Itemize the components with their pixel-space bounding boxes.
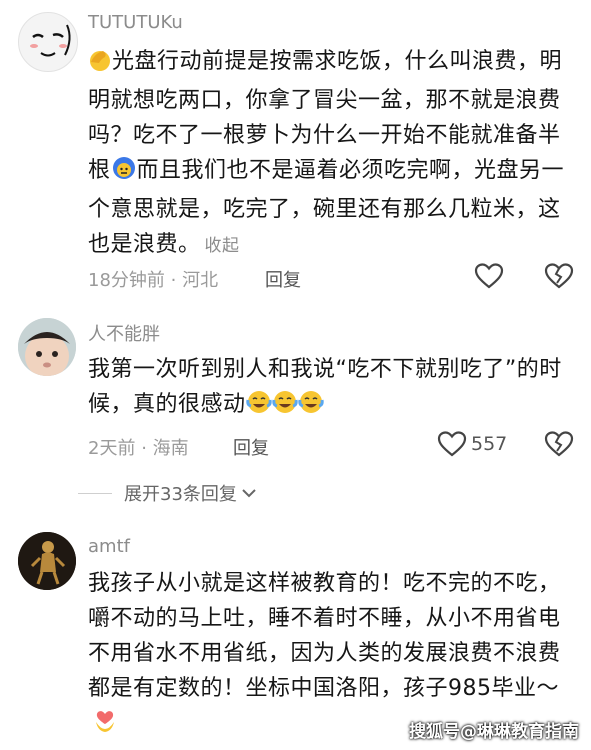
doodle-face-icon xyxy=(30,24,71,57)
reply-button[interactable]: 回复 xyxy=(265,266,301,292)
meta-separator: · xyxy=(170,270,177,291)
figure-photo-icon xyxy=(18,532,76,590)
crying-laughing-emoji-icon xyxy=(297,389,324,426)
comment-meta: 2天前 · 海南 xyxy=(88,434,189,460)
avatar[interactable] xyxy=(18,318,76,376)
avatar[interactable] xyxy=(18,12,78,72)
heart-icon xyxy=(437,431,467,457)
broken-heart-icon xyxy=(544,431,574,457)
comment-location: 海南 xyxy=(152,438,189,459)
chevron-down-icon xyxy=(242,489,256,498)
comment-text-body: 我第一次听到别人和我说“吃不下就别吃了”的时候，真的很感动 xyxy=(88,357,562,417)
avatar[interactable] xyxy=(18,532,76,590)
like-count: 557 xyxy=(471,433,508,455)
crying-laughing-emoji-icon xyxy=(245,389,272,426)
like-button[interactable] xyxy=(437,430,467,462)
dislike-button[interactable] xyxy=(544,430,574,462)
comment-meta: 18分钟前 · 河北 xyxy=(88,266,218,292)
comment-username[interactable]: 人不能胖 xyxy=(88,320,160,346)
expand-replies-label: 展开33条回复 xyxy=(124,484,237,505)
collapse-link[interactable]: 收起 xyxy=(205,236,240,256)
comment-text: 光盘行动前提是按需求吃饭，什么叫浪费，明明就想吃两口，你拿了冒尖一盆，那不就是浪… xyxy=(88,44,576,264)
meta-separator: · xyxy=(141,438,147,459)
comment-username[interactable]: amtf xyxy=(88,536,130,557)
heart-icon xyxy=(474,263,504,289)
comment-text-part2: 而且我们也不是逼着必须吃完啊，光盘另一个意思就是，吃完了，碗里还有那么几粒米，这… xyxy=(88,158,565,257)
dislike-button[interactable] xyxy=(544,262,574,294)
comment-text: 我第一次听到别人和我说“吃不下就别吃了”的时候，真的很感动 xyxy=(88,352,576,426)
comment-text-body: 我孩子从小就是这样被教育的！吃不完的不吃，嚼不动的马上吐，睡不着时不睡，从小不用… xyxy=(88,571,561,701)
expand-replies-button[interactable]: 展开33条回复 xyxy=(78,480,258,506)
heart-hands-emoji-icon xyxy=(92,708,118,745)
reply-button[interactable]: 回复 xyxy=(233,434,269,460)
comment-location: 河北 xyxy=(182,270,219,291)
watermark: 搜狐号@琳琳教育指南 xyxy=(409,722,579,742)
facepalm-emoji-icon xyxy=(88,48,112,83)
broken-heart-icon xyxy=(544,263,574,289)
cold-face-emoji-icon xyxy=(111,155,137,192)
like-button[interactable] xyxy=(474,262,504,294)
comment-time: 18分钟前 xyxy=(88,270,165,291)
comment-username[interactable]: TUTUTUKu xyxy=(88,12,183,33)
child-photo-icon xyxy=(18,318,76,376)
divider xyxy=(78,492,112,494)
crying-laughing-emoji-icon xyxy=(271,389,298,426)
comment-time: 2天前 xyxy=(88,438,136,459)
